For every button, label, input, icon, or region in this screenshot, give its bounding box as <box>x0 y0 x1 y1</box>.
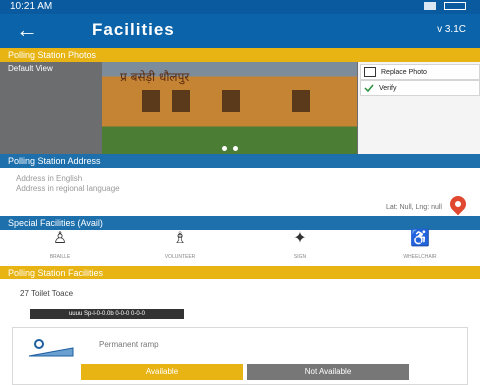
replace-photo-button[interactable]: Replace Photo <box>360 64 480 80</box>
photo-door <box>142 90 160 112</box>
section-photo-title: Polling Station Photos <box>8 50 97 60</box>
special-item-caption: SIGN <box>293 254 307 260</box>
page-title: Facilities <box>92 20 175 39</box>
facility-card: Permanent ramp Available Not Available <box>12 327 468 385</box>
wheelchair-icon: ♿ <box>410 230 430 247</box>
special-item[interactable]: ♗ VOLUNTEER <box>155 231 205 265</box>
check-icon <box>364 84 374 93</box>
photo-door <box>292 90 310 112</box>
special-item[interactable]: ♙ BRAILLE <box>35 231 85 265</box>
address-english: Address in English <box>16 174 83 183</box>
photo-actions-panel: Replace Photo Verify <box>358 62 480 154</box>
section-facilities-header: Polling Station Facilities <box>0 266 480 280</box>
special-item-caption: BRAILLE <box>49 254 71 260</box>
replace-photo-label: Replace Photo <box>381 68 427 76</box>
photo-carousel-dots[interactable] <box>222 146 238 151</box>
polling-station-photo[interactable]: प्र बसेड़ी धौलपुर <box>102 62 357 154</box>
status-bar: 10:21 AM <box>0 0 480 14</box>
facility-heading: 27 Toilet Toace <box>20 289 74 298</box>
sign-icon: ✦ <box>293 230 307 247</box>
verify-label: Verify <box>379 84 397 92</box>
facility-label: Permanent ramp <box>99 340 159 349</box>
building-sign-text: प्र बसेड़ी धौलपुर <box>120 70 190 84</box>
photo-door <box>222 90 240 112</box>
section-photo-header: Polling Station Photos <box>0 48 480 62</box>
address-regional: Address in regional language <box>16 184 120 193</box>
app-bar: ← Facilities v 3.1C <box>0 14 480 48</box>
not-available-button[interactable]: Not Available <box>247 364 409 380</box>
special-item-caption: WHEELCHAIR <box>403 254 437 260</box>
back-arrow-icon[interactable]: ← <box>16 18 38 42</box>
section-special-header: Special Facilities (Avail) <box>0 216 480 230</box>
verify-button[interactable]: Verify <box>360 80 480 96</box>
signal-icon <box>424 2 436 10</box>
section-facilities-title: Polling Station Facilities <box>8 268 104 278</box>
available-button[interactable]: Available <box>81 364 243 380</box>
facilities-section: 27 Toilet Toace uuuu Sp-l-0-0.0b 0-0-0 0… <box>0 279 480 385</box>
section-address-title: Polling Station Address <box>8 156 101 166</box>
map-pin-icon[interactable] <box>446 192 470 216</box>
status-icons <box>424 2 466 10</box>
address-section: Address in English Address in regional l… <box>0 168 480 216</box>
photo-door <box>172 90 190 112</box>
photo-section: Default View प्र बसेड़ी धौलपुर Replace P… <box>0 62 480 154</box>
status-time: 10:21 AM <box>10 1 53 12</box>
version-label: v 3.1C <box>437 24 466 35</box>
volunteer-icon: ♗ <box>172 230 188 247</box>
visual-aid-icon: ♙ <box>52 230 68 247</box>
section-special-title: Special Facilities (Avail) <box>8 218 103 228</box>
special-item[interactable]: ✦ SIGN <box>275 231 325 265</box>
facility-tag: uuuu Sp-l-0-0.0b 0-0-0 0-0-0 <box>30 309 184 319</box>
app-screen: 10:21 AM ← Facilities v 3.1C Polling Sta… <box>0 0 480 385</box>
battery-icon <box>444 2 466 10</box>
special-item-caption: VOLUNTEER <box>164 254 196 260</box>
section-address-header: Polling Station Address <box>0 154 480 168</box>
camera-icon <box>364 67 376 77</box>
location-coordinates: Lat: Null, Lng: null <box>385 204 442 211</box>
special-item[interactable]: ♿ WHEELCHAIR <box>395 231 445 265</box>
photo-label: Default View <box>8 64 53 73</box>
special-facilities-row: ♙ BRAILLE ♗ VOLUNTEER ✦ SIGN ♿ WHEELCHAI… <box>0 230 480 266</box>
ramp-icon <box>28 339 74 357</box>
